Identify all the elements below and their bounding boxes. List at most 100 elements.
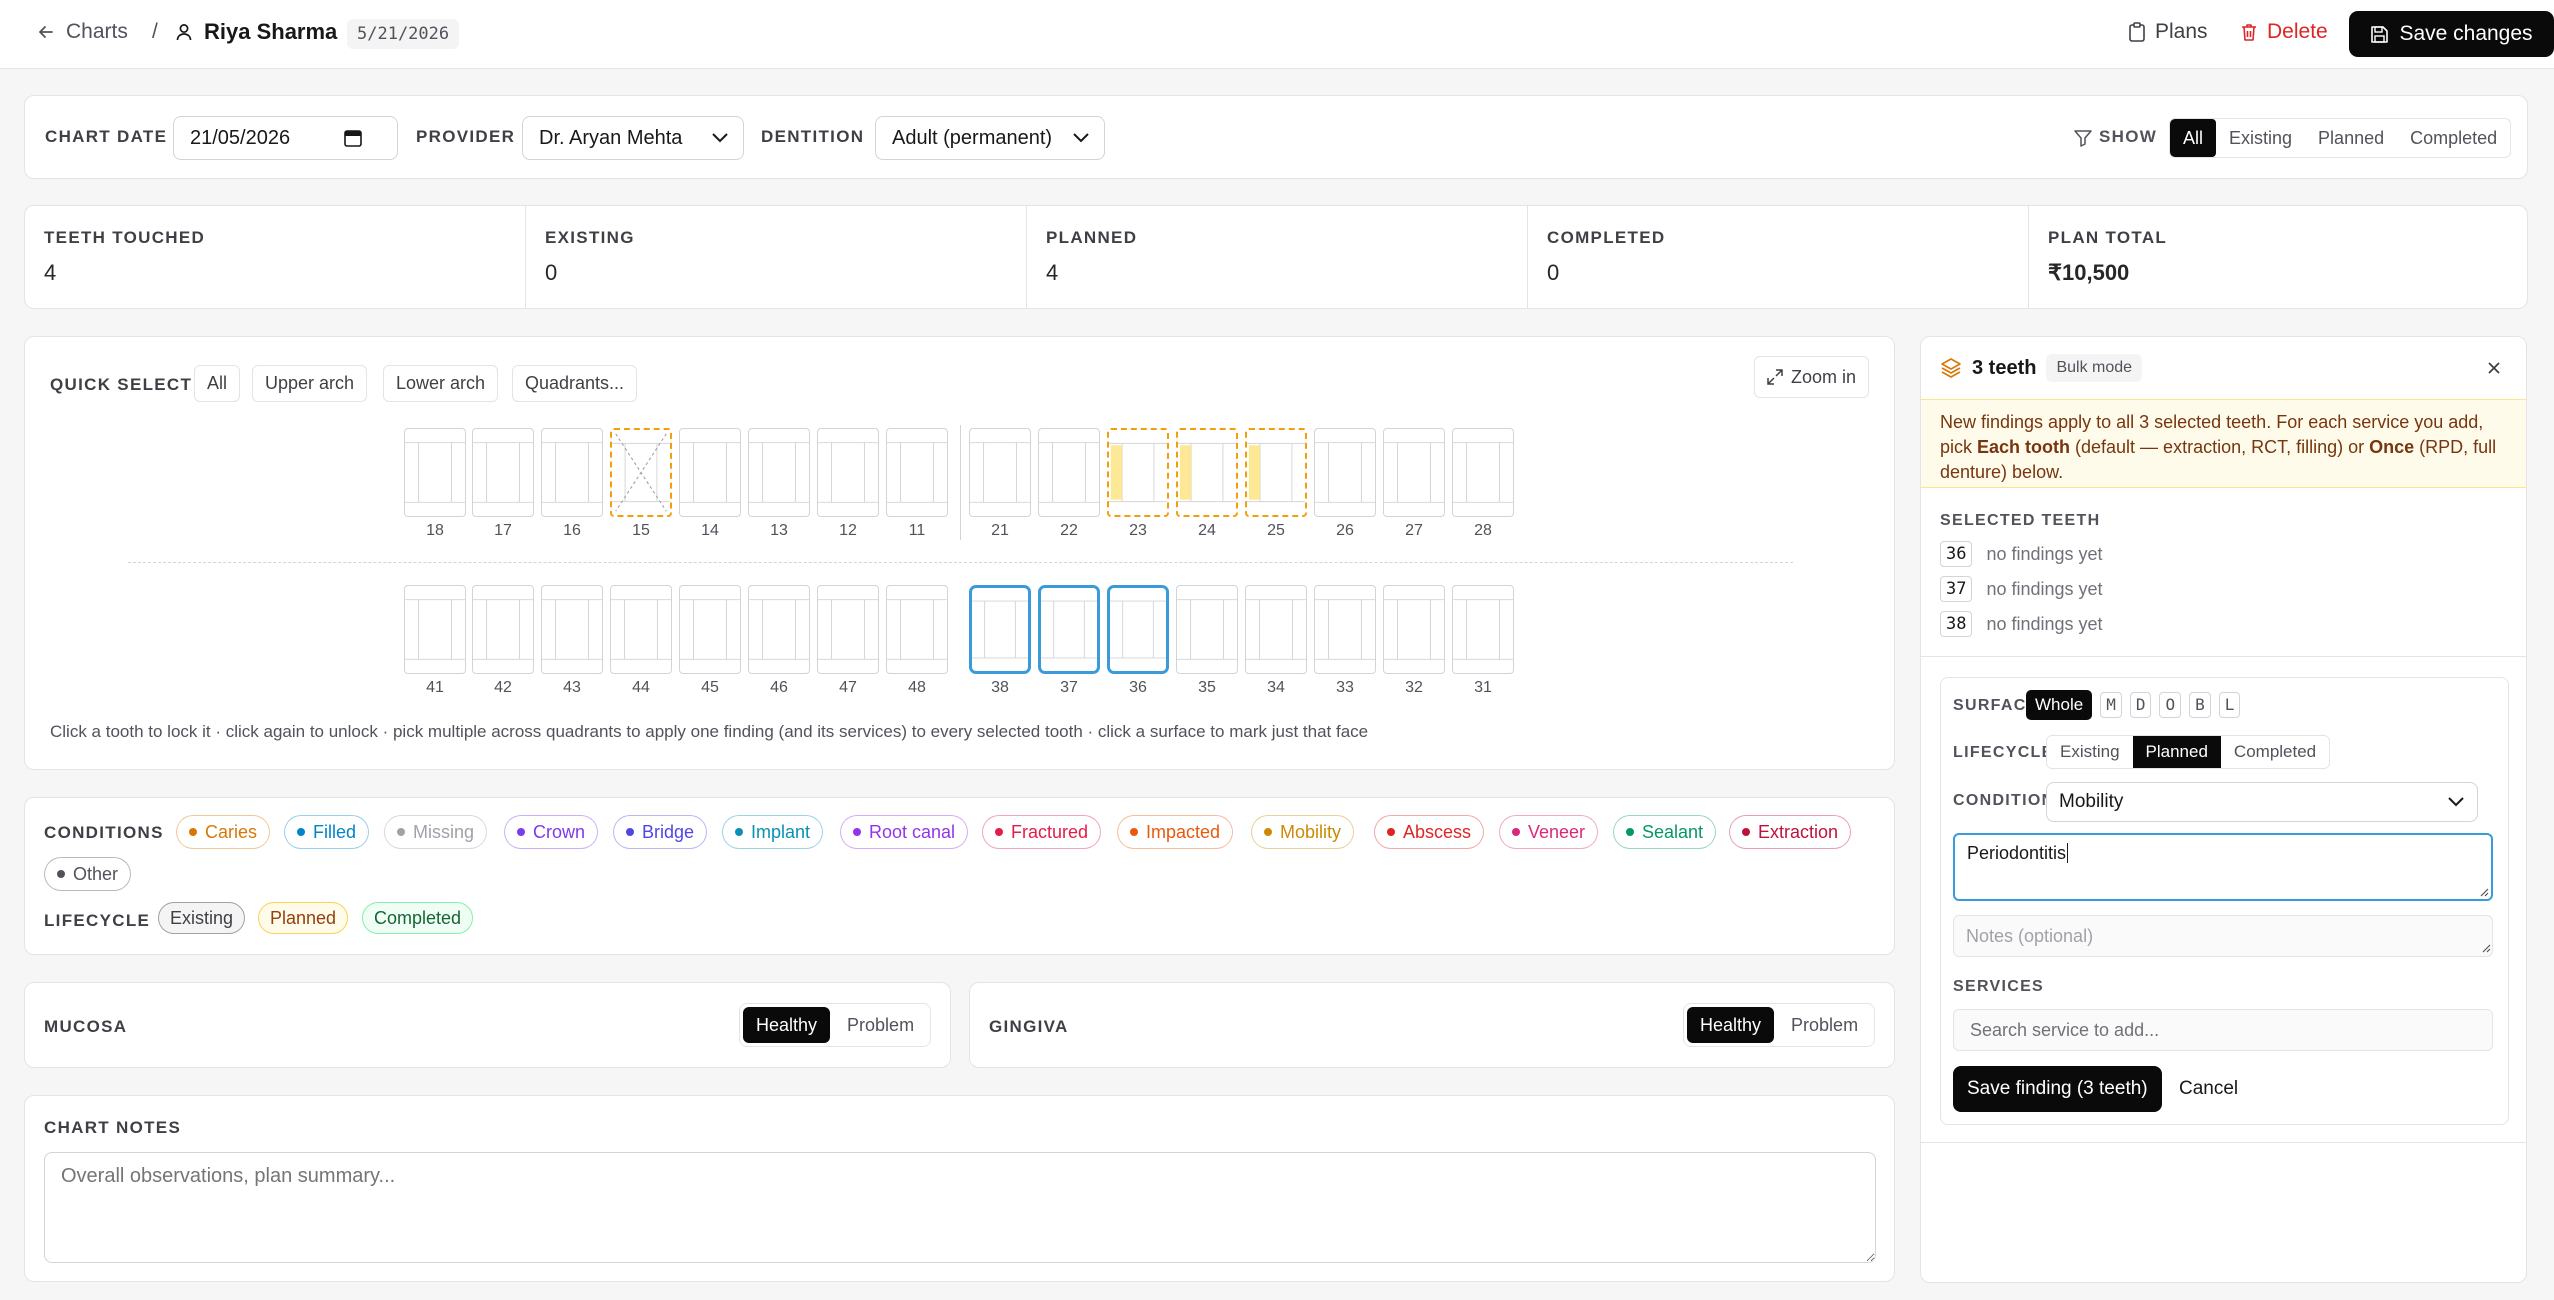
tooth-surface-grid[interactable] [680,586,740,673]
back-to-charts-link[interactable]: Charts [36,20,128,44]
surface-l-option[interactable]: L [2218,692,2241,718]
condition-chip-crown[interactable]: Crown [504,815,599,849]
condition-chip-mobility[interactable]: Mobility [1251,815,1355,849]
condition-chip-root-canal[interactable]: Root canal [840,815,969,849]
tooth-12[interactable] [817,428,879,517]
lifecycle-chip-existing[interactable]: Existing [158,902,246,934]
tooth-41[interactable] [404,585,466,674]
condition-chip-extraction[interactable]: Extraction [1729,815,1852,849]
finding-detail-input[interactable]: Periodontitis [1953,833,2493,901]
cancel-finding-button[interactable]: Cancel [2179,1078,2238,1100]
tooth-35[interactable] [1176,585,1238,674]
condition-chip-caries[interactable]: Caries [176,815,271,849]
tooth-13[interactable] [748,428,810,517]
lifecycle-chip-completed[interactable]: Completed [362,902,474,934]
tooth-surface-grid[interactable] [1453,586,1513,673]
tooth-25[interactable] [1245,428,1307,517]
zoom-in-button[interactable]: Zoom in [1754,356,1870,398]
tooth-surface-grid[interactable] [1315,586,1375,673]
tooth-surface-grid[interactable] [887,429,947,516]
tooth-surface-grid[interactable] [1178,430,1236,515]
condition-chip-impacted[interactable]: Impacted [1117,815,1234,849]
chart-date-input[interactable]: 21/05/2026 [173,116,398,160]
tooth-surface-grid[interactable] [818,586,878,673]
tooth-44[interactable] [610,585,672,674]
surface-whole-option[interactable]: Whole [2026,690,2093,720]
dentition-select[interactable]: Adult (permanent) [875,116,1105,160]
condition-chip-filled[interactable]: Filled [284,815,370,849]
condition-chip-implant[interactable]: Implant [722,815,824,849]
quick-select-upper-arch-button[interactable]: Upper arch [252,365,368,402]
finding-lifecycle-planned[interactable]: Planned [2132,736,2221,768]
condition-chip-abscess[interactable]: Abscess [1374,815,1485,849]
resize-handle-icon[interactable] [2477,885,2489,897]
tooth-surface-grid[interactable] [749,586,809,673]
tooth-surface-grid[interactable] [972,588,1028,671]
lifecycle-chip-planned[interactable]: Planned [258,902,349,934]
tooth-surface-grid[interactable] [1246,586,1306,673]
tooth-surface-grid[interactable] [405,586,465,673]
save-changes-button[interactable]: Save changes [2349,11,2554,57]
tooth-17[interactable] [472,428,534,517]
gingiva-healthy-option[interactable]: Healthy [1687,1007,1775,1043]
condition-chip-other[interactable]: Other [44,857,132,891]
tooth-47[interactable] [817,585,879,674]
tooth-surface-grid[interactable] [818,429,878,516]
chart-notes-textarea[interactable] [44,1152,1876,1263]
tooth-surface-grid[interactable] [612,430,670,515]
close-icon[interactable] [2486,360,2502,376]
mucosa-problem-option[interactable]: Problem [834,1007,927,1043]
tooth-48[interactable] [886,585,948,674]
tooth-surface-grid[interactable] [1109,430,1167,515]
tooth-surface-grid[interactable] [473,429,533,516]
tooth-surface-grid[interactable] [1177,586,1237,673]
tooth-42[interactable] [472,585,534,674]
finding-notes-input[interactable]: Notes (optional) [1953,915,2493,957]
finding-lifecycle-existing[interactable]: Existing [2047,736,2133,768]
tooth-22[interactable] [1038,428,1100,517]
tooth-21[interactable] [969,428,1031,517]
tooth-27[interactable] [1383,428,1445,517]
tooth-43[interactable] [541,585,603,674]
tooth-31[interactable] [1452,585,1514,674]
tooth-11[interactable] [886,428,948,517]
tooth-33[interactable] [1314,585,1376,674]
resize-handle-icon[interactable] [2479,941,2491,953]
quick-select-lower-arch-button[interactable]: Lower arch [383,365,499,402]
tooth-37[interactable] [1038,585,1100,674]
condition-chip-sealant[interactable]: Sealant [1613,815,1717,849]
quick-select-quadrants-button[interactable]: Quadrants... [512,365,638,402]
tooth-surface-grid[interactable] [1384,586,1444,673]
gingiva-problem-option[interactable]: Problem [1778,1007,1871,1043]
tooth-surface-grid[interactable] [749,429,809,516]
surface-m-option[interactable]: M [2100,692,2122,718]
surface-d-option[interactable]: D [2129,692,2152,718]
tooth-surface-grid[interactable] [1384,429,1444,516]
tooth-16[interactable] [541,428,603,517]
calendar-icon[interactable] [343,128,363,148]
tooth-surface-grid[interactable] [542,429,602,516]
tooth-15[interactable] [610,428,672,517]
tooth-surface-grid[interactable] [542,586,602,673]
surface-b-option[interactable]: B [2189,692,2211,718]
provider-select[interactable]: Dr. Aryan Mehta [522,116,744,160]
tooth-45[interactable] [679,585,741,674]
surface-o-option[interactable]: O [2159,692,2182,718]
tooth-32[interactable] [1383,585,1445,674]
tooth-24[interactable] [1176,428,1238,517]
tooth-surface-grid[interactable] [1453,429,1513,516]
show-planned-option[interactable]: Planned [2305,119,2397,157]
tooth-46[interactable] [748,585,810,674]
tooth-surface-grid[interactable] [680,429,740,516]
save-finding-button[interactable]: Save finding (3 teeth) [1953,1066,2162,1112]
tooth-surface-grid[interactable] [970,429,1030,516]
finding-lifecycle-completed[interactable]: Completed [2221,736,2329,768]
tooth-23[interactable] [1107,428,1169,517]
condition-chip-bridge[interactable]: Bridge [613,815,708,849]
tooth-surface-grid[interactable] [1039,429,1099,516]
tooth-surface-grid[interactable] [887,586,947,673]
delete-button[interactable]: Delete [2240,20,2328,44]
tooth-28[interactable] [1452,428,1514,517]
quick-select-all-button[interactable]: All [194,365,241,402]
service-search-input[interactable]: Search service to add... [1953,1009,2493,1051]
